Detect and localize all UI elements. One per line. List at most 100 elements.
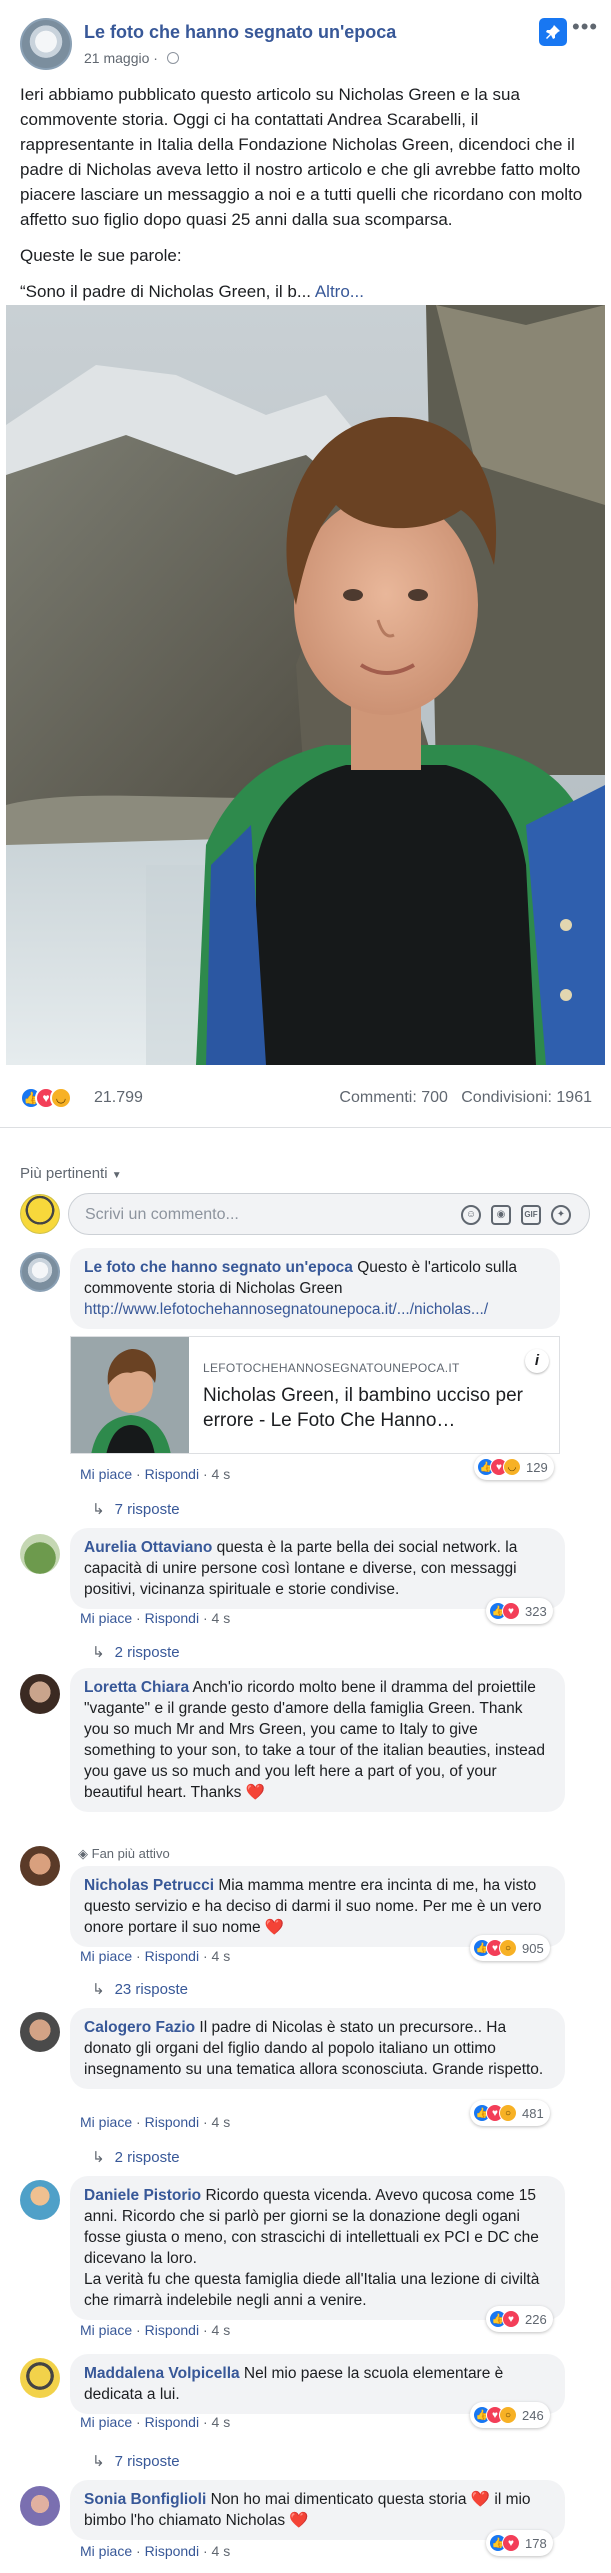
commenter-avatar[interactable] xyxy=(20,2486,60,2526)
comment-bubble: Le foto che hanno segnato un'epoca Quest… xyxy=(70,1248,560,1329)
commenter-avatar[interactable] xyxy=(20,2012,60,2052)
post-photo[interactable] xyxy=(6,305,605,1065)
comment-reactions[interactable]: 👍 ♥ 323 xyxy=(486,1598,553,1624)
post-meta: 21 maggio · xyxy=(84,50,179,66)
emoji-icon[interactable]: ☺ xyxy=(461,1205,481,1225)
diamond-icon: ◈ xyxy=(78,1846,88,1861)
comment-reactions[interactable]: 👍 ♥ ○ 481 xyxy=(470,2100,550,2126)
comment-placeholder: Scrivi un commento... xyxy=(85,1206,239,1223)
pin-icon[interactable] xyxy=(539,18,567,46)
comment-input[interactable]: Scrivi un commento... ☺ ◉ GIF ✦ xyxy=(68,1193,590,1235)
view-replies-link[interactable]: ↳ 7 risposte xyxy=(92,1500,180,1518)
comment-reactions[interactable]: 👍 ♥ ○ 905 xyxy=(470,1935,550,1961)
like-link[interactable]: Mi piace xyxy=(80,2322,132,2338)
comment-link[interactable]: http://www.lefotochehannosegnatounepoca.… xyxy=(84,1301,488,1318)
like-link[interactable]: Mi piace xyxy=(80,1466,132,1482)
reply-link[interactable]: Rispondi xyxy=(145,1466,199,1482)
info-icon[interactable]: i xyxy=(525,1349,549,1373)
reply-link[interactable]: Rispondi xyxy=(145,2114,199,2130)
like-link[interactable]: Mi piace xyxy=(80,2114,132,2130)
comment-bubble: Sonia Bonfiglioli Non ho mai dimenticato… xyxy=(70,2480,565,2540)
link-preview-card[interactable]: LEFOTOCHEHANNOSEGNATOUNEPOCA.IT Nicholas… xyxy=(70,1336,560,1454)
comment-reactions[interactable]: 👍 ♥ 178 xyxy=(486,2530,553,2556)
wow-reaction-icon: ○ xyxy=(499,1939,517,1957)
like-link[interactable]: Mi piace xyxy=(80,2543,132,2559)
post-body: Ieri abbiamo pubblicato questo articolo … xyxy=(20,82,592,315)
reactions-bar: 👍 ♥ ◡ 21.799 Commenti: 700 Condivisioni:… xyxy=(20,1087,592,1111)
page-name-link[interactable]: Le foto che hanno segnato un'epoca xyxy=(84,22,396,43)
reply-arrow-icon: ↳ xyxy=(92,2149,105,2166)
comment-text: Anch'io ricordo molto bene il dramma del… xyxy=(84,1679,545,1801)
commenter-avatar[interactable] xyxy=(20,1674,60,1714)
reply-link[interactable]: Rispondi xyxy=(145,1610,199,1626)
reaction-icons[interactable]: 👍 ♥ ◡ xyxy=(20,1087,72,1109)
comment-bubble: Calogero Fazio Il padre di Nicolas è sta… xyxy=(70,2008,565,2089)
comment-bubble: Loretta Chiara Anch'io ricordo molto ben… xyxy=(70,1668,565,1812)
commenter-name[interactable]: Nicholas Petrucci xyxy=(84,1877,214,1894)
sad-reaction-icon: ◡ xyxy=(50,1087,72,1109)
view-replies-link[interactable]: ↳ 23 risposte xyxy=(92,1980,188,1998)
replies-count: 2 risposte xyxy=(114,2149,180,2166)
comment-time[interactable]: 4 s xyxy=(212,1610,231,1626)
commenter-name[interactable]: Maddalena Volpicella xyxy=(84,2365,240,2382)
commenter-avatar[interactable] xyxy=(20,2358,60,2398)
commenter-name[interactable]: Le foto che hanno segnato un'epoca xyxy=(84,1259,353,1276)
comment-time[interactable]: 4 s xyxy=(212,2414,231,2430)
like-link[interactable]: Mi piace xyxy=(80,2414,132,2430)
comment-reactions[interactable]: 👍 ♥ 226 xyxy=(486,2306,553,2332)
post-quote: “Sono il padre di Nicholas Green, il b..… xyxy=(20,279,592,304)
commenter-name[interactable]: Sonia Bonfiglioli xyxy=(84,2491,206,2508)
comments-count[interactable]: Commenti: 700 xyxy=(339,1089,448,1106)
reply-link[interactable]: Rispondi xyxy=(145,2322,199,2338)
reply-link[interactable]: Rispondi xyxy=(145,1948,199,1964)
quote-text: “Sono il padre di Nicholas Green, il b..… xyxy=(20,282,312,301)
shares-count[interactable]: Condivisioni: 1961 xyxy=(461,1089,592,1106)
commenter-name[interactable]: Calogero Fazio xyxy=(84,2019,195,2036)
comment-time[interactable]: 4 s xyxy=(212,2322,231,2338)
camera-icon[interactable]: ◉ xyxy=(491,1205,511,1225)
link-title: Nicholas Green, il bambino ucciso per er… xyxy=(203,1385,523,1431)
commenter-name[interactable]: Loretta Chiara xyxy=(84,1679,189,1696)
sticker-icon[interactable]: ✦ xyxy=(551,1205,571,1225)
link-thumbnail xyxy=(71,1337,189,1453)
comment-bubble: Aurelia Ottaviano questa è la parte bell… xyxy=(70,1528,565,1609)
user-avatar xyxy=(20,1194,60,1234)
commenter-avatar[interactable] xyxy=(20,1846,60,1886)
comment-time[interactable]: 4 s xyxy=(212,2543,231,2559)
comment-actions: Mi piace · Rispondi · 4 s xyxy=(80,2114,231,2130)
view-replies-link[interactable]: ↳ 2 risposte xyxy=(92,1643,180,1661)
page-avatar[interactable] xyxy=(20,18,72,70)
comment-filter-dropdown[interactable]: Più pertinenti ▼ xyxy=(20,1165,122,1182)
comment-reactions[interactable]: 👍 ♥ ◡ 129 xyxy=(474,1454,554,1480)
more-dots-icon[interactable]: ••• xyxy=(572,14,598,40)
love-reaction-icon: ♥ xyxy=(502,2534,520,2552)
view-replies-link[interactable]: ↳ 2 risposte xyxy=(92,2148,180,2166)
view-replies-link[interactable]: ↳ 7 risposte xyxy=(92,2452,180,2470)
see-more-link[interactable]: Altro... xyxy=(315,282,364,301)
commenter-avatar[interactable] xyxy=(20,2180,60,2220)
reply-link[interactable]: Rispondi xyxy=(145,2543,199,2559)
reply-arrow-icon: ↳ xyxy=(92,1644,105,1661)
comment-time[interactable]: 4 s xyxy=(212,2114,231,2130)
post-date[interactable]: 21 maggio xyxy=(84,50,149,66)
commenter-name[interactable]: Daniele Pistorio xyxy=(84,2187,201,2204)
commenter-name[interactable]: Aurelia Ottaviano xyxy=(84,1539,212,1556)
reply-arrow-icon: ↳ xyxy=(92,2453,105,2470)
comment-reactions[interactable]: 👍 ♥ ○ 246 xyxy=(470,2402,550,2428)
wow-reaction-icon: ○ xyxy=(499,2406,517,2424)
love-reaction-icon: ♥ xyxy=(502,1602,520,1620)
comment-time[interactable]: 4 s xyxy=(212,1948,231,1964)
commenter-avatar[interactable] xyxy=(20,1534,60,1574)
reaction-count: 905 xyxy=(522,1940,544,1956)
like-link[interactable]: Mi piace xyxy=(80,1610,132,1626)
reaction-count: 323 xyxy=(525,1603,547,1619)
like-link[interactable]: Mi piace xyxy=(80,1948,132,1964)
comment-time[interactable]: 4 s xyxy=(212,1466,231,1482)
reply-link[interactable]: Rispondi xyxy=(145,2414,199,2430)
comment-text-continued: La verità fu che questa famiglia diede a… xyxy=(84,2271,540,2309)
commenter-avatar[interactable] xyxy=(20,1252,60,1292)
reactions-count[interactable]: 21.799 xyxy=(94,1089,143,1107)
gif-icon[interactable]: GIF xyxy=(521,1205,541,1225)
top-fan-label: Fan più attivo xyxy=(91,1846,170,1861)
link-domain: LEFOTOCHEHANNOSEGNATOUNEPOCA.IT xyxy=(203,1361,460,1375)
